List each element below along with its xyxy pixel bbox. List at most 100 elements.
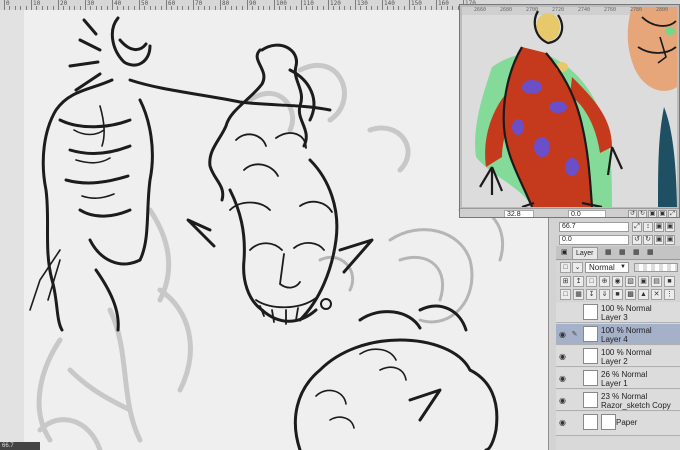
apply-mask-icon[interactable]: ▩ <box>625 289 636 300</box>
zoom-status: 66.7 <box>0 442 40 450</box>
layer-panel-tabs: ▣ Layer ▦ ▦ ▦ ▦ <box>556 246 680 260</box>
pen-icon[interactable]: ✎ <box>570 330 579 339</box>
ruler-tick <box>4 0 5 10</box>
ruler-tick <box>247 0 248 10</box>
layer-mask-icon[interactable]: ■ <box>612 289 623 300</box>
layer-lock-icon[interactable] <box>570 352 579 361</box>
new-raster-layer-icon[interactable]: ⊞ <box>560 276 571 287</box>
layer-row[interactable]: ◉ 26 % Normal Layer 1 <box>556 368 680 389</box>
layer-lock-icon[interactable] <box>570 418 579 427</box>
blend-mode-select[interactable]: Normal ▼ <box>585 262 629 273</box>
brush-size-row: 66.7 ⤢ ↕ ▣ ▣ <box>556 222 676 233</box>
layer-thumbnail <box>583 304 598 320</box>
mask-icon[interactable]: ▤ <box>651 276 662 287</box>
navigator-ruler-label: 2740 <box>578 7 591 13</box>
eye-icon[interactable]: ◉ <box>558 330 567 339</box>
layer-thumbnail <box>583 326 598 342</box>
ruler-tick <box>85 0 86 10</box>
navigator-zoom-field[interactable]: 32.8 <box>504 210 534 217</box>
navigator-ruler-label: 2780 <box>630 7 643 13</box>
flip-horizontal-button[interactable]: ▣ <box>648 210 657 217</box>
layer-thumbnail <box>583 414 598 430</box>
rotation-row-button-4[interactable]: ▣ <box>665 235 675 245</box>
navigator-controls: 32.8 0.0 ↺ ↻ ▣ ▣ ⤢ <box>460 208 679 217</box>
ruler-tick <box>193 0 194 10</box>
duplicate-layer-icon[interactable]: ▦ <box>573 289 584 300</box>
brush-row-button-1[interactable]: ⤢ <box>632 222 642 232</box>
tab-extra-1[interactable]: ▦ <box>602 247 615 258</box>
layer-lock-icon[interactable] <box>570 308 579 317</box>
layer-lock-icon[interactable] <box>570 396 579 405</box>
layer-row-selected[interactable]: ◉ ✎ 100 % Normal Layer 4 <box>556 324 680 345</box>
layer-name: Layer 1 <box>601 379 628 388</box>
new-layer-icon[interactable]: □ <box>560 289 571 300</box>
layer-lock-icon[interactable] <box>570 374 579 383</box>
rotation-row: 0.0 ↺ ↻ ▣ ▣ <box>556 235 676 246</box>
flip-vertical-button[interactable]: ▣ <box>658 210 667 217</box>
transfer-down-icon[interactable]: ⇓ <box>599 289 610 300</box>
rotation-row-button-3[interactable]: ▣ <box>654 235 664 245</box>
rotation-row-button-1[interactable]: ↺ <box>632 235 642 245</box>
ruler-tick <box>220 0 221 10</box>
rotation-field[interactable]: 0.0 <box>559 235 629 245</box>
visibility-off-icon[interactable] <box>558 308 567 317</box>
layer-blend: 26 % Normal <box>601 370 648 379</box>
tab-layer-label: Layer <box>576 250 594 257</box>
tab-extra-3[interactable]: ▦ <box>630 247 643 258</box>
reference-layer-icon[interactable]: ◉ <box>612 276 623 287</box>
eye-icon[interactable]: ◉ <box>558 396 567 405</box>
tab-layer[interactable]: Layer <box>572 247 598 259</box>
layer-thumbnail <box>583 348 598 364</box>
navigator-angle-field[interactable]: 0.0 <box>568 210 606 217</box>
delete-layer-icon[interactable]: ✕ <box>651 289 662 300</box>
layer-name: Layer 4 <box>601 335 628 344</box>
ruler-tick <box>436 0 437 10</box>
ruler-icon[interactable]: ▲ <box>638 289 649 300</box>
navigator-ruler-label: 2680 <box>500 7 513 13</box>
layer-row[interactable]: ◉ 100 % Normal Layer 2 <box>556 346 680 367</box>
layer-name: Layer 2 <box>601 357 628 366</box>
layer-row[interactable]: ◉ 23 % Normal Razor_sketch Copy <box>556 390 680 411</box>
new-vector-layer-icon[interactable]: ↥ <box>573 276 584 287</box>
lock-layer-icon[interactable]: ▣ <box>638 276 649 287</box>
fit-view-button[interactable]: ⤢ <box>668 210 677 217</box>
tab-layer-icon[interactable]: ▣ <box>558 247 571 258</box>
layer-name: Paper <box>616 418 638 427</box>
tab-extra-2[interactable]: ▦ <box>616 247 629 258</box>
layer-color-icon[interactable]: ■ <box>664 276 675 287</box>
rotate-left-button[interactable]: ↺ <box>628 210 637 217</box>
lock-transparent-icon[interactable]: ▧ <box>625 276 636 287</box>
navigator-panel[interactable]: 2660 2680 2700 2720 2740 2760 2780 2800 32.8 0.… <box>459 4 680 218</box>
layer-property-icon[interactable]: □ <box>560 262 571 273</box>
more-icon[interactable]: ⋮ <box>664 289 675 300</box>
layer-opacity-slider[interactable] <box>634 263 678 272</box>
brush-row-button-4[interactable]: ▣ <box>665 222 675 232</box>
rotate-right-button[interactable]: ↻ <box>638 210 647 217</box>
rotation-row-button-2[interactable]: ↻ <box>643 235 653 245</box>
ruler-tick <box>301 0 302 10</box>
layer-name: Razor_sketch Copy <box>601 401 671 410</box>
ruler-tick <box>409 0 410 10</box>
brush-row-button-2[interactable]: ↕ <box>643 222 653 232</box>
tab-extra-4[interactable]: ▦ <box>644 247 657 258</box>
brush-size-field[interactable]: 66.7 <box>559 222 629 232</box>
eye-icon[interactable]: ◉ <box>558 374 567 383</box>
brush-row-button-3[interactable]: ▣ <box>654 222 664 232</box>
layer-row[interactable]: 100 % Normal Layer 3 <box>556 302 680 323</box>
paper-layer-row[interactable]: ◉ Paper <box>556 412 680 436</box>
ruler-tick <box>139 0 140 10</box>
layer-thumbnail <box>583 370 598 386</box>
new-folder-icon[interactable]: □ <box>586 276 597 287</box>
ruler-tick <box>274 0 275 10</box>
eye-icon[interactable]: ◉ <box>558 418 567 427</box>
eye-icon[interactable]: ◉ <box>558 352 567 361</box>
merge-down-icon[interactable]: ↧ <box>586 289 597 300</box>
clip-layer-icon[interactable]: ⊕ <box>599 276 610 287</box>
layer-blend: 100 % Normal <box>601 348 652 357</box>
blend-mode-row: □ ⌄ Normal ▼ <box>556 261 680 274</box>
ruler-tick <box>328 0 329 10</box>
navigator-preview[interactable]: 2660 2680 2700 2720 2740 2760 2780 2800 <box>462 7 677 207</box>
ruler-tick <box>58 0 59 10</box>
layer-settings-icon[interactable]: ⌄ <box>572 262 583 273</box>
navigator-ruler-label: 2720 <box>552 7 565 13</box>
